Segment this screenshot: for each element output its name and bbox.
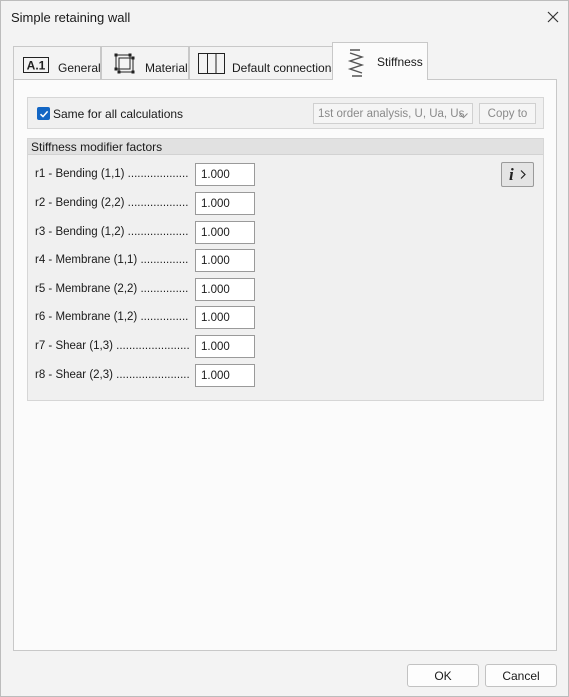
- stiffness-row-r4: r4 - Membrane (1,1) ....................…: [28, 249, 328, 273]
- svg-text:i: i: [509, 165, 514, 184]
- analysis-type-value: 1st order analysis, U, Ua, Us: [318, 108, 465, 120]
- stiffness-group-header: Stiffness modifier factors: [28, 139, 543, 155]
- calculation-settings-group: Same for all calculations 1st order anal…: [27, 97, 544, 129]
- checkmark-icon: [39, 110, 48, 118]
- stiffness-group-title: Stiffness modifier factors: [31, 140, 163, 154]
- cancel-button[interactable]: Cancel: [485, 664, 557, 687]
- connections-icon: [198, 53, 226, 78]
- svg-text:A.1: A.1: [27, 59, 46, 73]
- close-button[interactable]: [541, 6, 565, 28]
- r3-label: r3 - Bending (1,2) .....................…: [35, 226, 189, 238]
- tab-default-connections-label: Default connections: [232, 61, 338, 75]
- r2-label: r2 - Bending (2,2) .....................…: [35, 197, 189, 209]
- info-arrow-icon: i: [509, 165, 526, 184]
- stiffness-panel: Same for all calculations 1st order anal…: [13, 79, 557, 651]
- r1-input[interactable]: [195, 163, 255, 186]
- spring-icon: [347, 48, 365, 81]
- stiffness-row-r6: r6 - Membrane (1,2) ....................…: [28, 306, 328, 330]
- r8-input[interactable]: [195, 364, 255, 387]
- same-for-all-checkbox[interactable]: [37, 107, 50, 120]
- stiffness-row-r2: r2 - Bending (2,2) .....................…: [28, 192, 328, 216]
- tab-general[interactable]: A.1 General: [13, 46, 101, 79]
- material-cube-icon: [112, 51, 136, 78]
- r5-label: r5 - Membrane (2,2) ....................…: [35, 283, 189, 295]
- info-button[interactable]: i: [501, 162, 534, 187]
- tab-default-connections[interactable]: Default connections: [189, 46, 337, 79]
- ok-button[interactable]: OK: [407, 664, 479, 687]
- r5-input[interactable]: [195, 278, 255, 301]
- stiffness-row-r7: r7 - Shear (1,3) .......................…: [28, 335, 328, 359]
- stiffness-row-r8: r8 - Shear (2,3) .......................…: [28, 364, 328, 388]
- dialog-window: Simple retaining wall A.1 General Materi…: [0, 0, 569, 697]
- same-for-all-label: Same for all calculations: [53, 107, 184, 121]
- tab-stiffness[interactable]: Stiffness: [332, 42, 428, 80]
- r8-label: r8 - Shear (2,3) .......................…: [35, 369, 189, 381]
- r3-input[interactable]: [195, 221, 255, 244]
- r6-label: r6 - Membrane (1,2) ....................…: [35, 311, 189, 323]
- title-bar: Simple retaining wall: [1, 1, 568, 33]
- copy-to-button[interactable]: Copy to: [479, 103, 536, 124]
- stiffness-row-r1: r1 - Bending (1,1) .....................…: [28, 163, 328, 187]
- r1-label: r1 - Bending (1,1) .....................…: [35, 168, 189, 180]
- tab-stiffness-label: Stiffness: [377, 55, 423, 69]
- r6-input[interactable]: [195, 306, 255, 329]
- tab-material-label: Material: [145, 61, 188, 75]
- window-title: Simple retaining wall: [11, 10, 131, 25]
- chevron-down-icon: [459, 110, 468, 122]
- tab-material[interactable]: Material: [101, 46, 189, 79]
- stiffness-row-r5: r5 - Membrane (2,2) ....................…: [28, 278, 328, 302]
- tab-general-label: General: [58, 61, 101, 75]
- stiffness-modifier-group: Stiffness modifier factors r1 - Bending …: [27, 138, 544, 401]
- r2-input[interactable]: [195, 192, 255, 215]
- r4-input[interactable]: [195, 249, 255, 272]
- r7-input[interactable]: [195, 335, 255, 358]
- stiffness-row-r3: r3 - Bending (1,2) .....................…: [28, 221, 328, 245]
- r4-label: r4 - Membrane (1,1) ....................…: [35, 254, 189, 266]
- a1-icon: A.1: [23, 57, 49, 76]
- analysis-type-dropdown[interactable]: 1st order analysis, U, Ua, Us: [313, 103, 473, 124]
- r7-label: r7 - Shear (1,3) .......................…: [35, 340, 189, 352]
- close-icon: [547, 11, 559, 23]
